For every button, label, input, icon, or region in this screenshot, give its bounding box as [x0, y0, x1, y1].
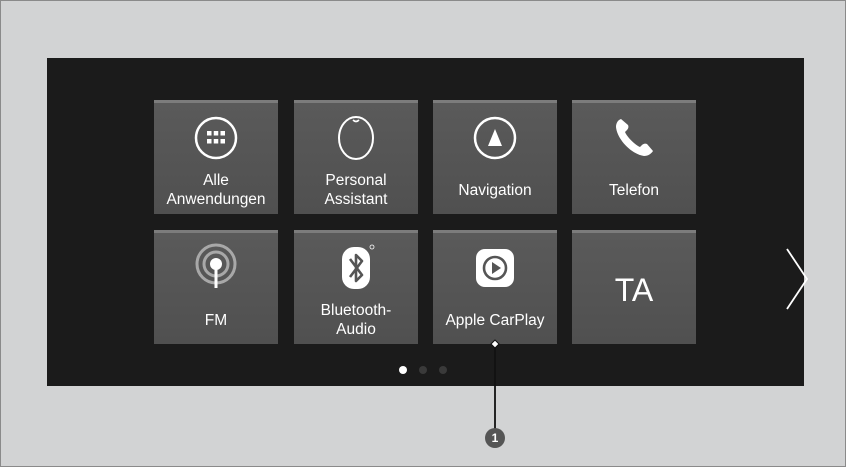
bluetooth-icon — [294, 244, 418, 291]
tile-label: Bluetooth- Audio — [294, 301, 418, 339]
tile-label: FM — [204, 312, 228, 329]
carplay-icon — [433, 245, 557, 291]
home-screen: Alle Anwendungen Personal Assistant Navi… — [47, 58, 809, 386]
phone-icon — [572, 115, 696, 161]
tile-fm[interactable]: FM — [154, 230, 278, 344]
app-grid-icon — [154, 115, 278, 161]
tile-label: TA — [614, 272, 654, 308]
tile-label-line: Assistant — [324, 191, 388, 208]
tile-label: Navigation — [458, 182, 532, 199]
callout-badge: 1 — [485, 428, 505, 448]
tile-label: Alle Anwendungen — [154, 171, 278, 209]
callout-leader-line — [490, 339, 500, 430]
navigation-icon — [433, 115, 557, 161]
tile-apple-carplay[interactable]: Apple CarPlay — [433, 230, 557, 344]
page-dot-active — [399, 366, 407, 374]
tile-label-line: Alle — [203, 172, 229, 189]
tile-phone[interactable]: Telefon — [572, 100, 696, 214]
illustration-frame: Alle Anwendungen Personal Assistant Navi… — [0, 0, 846, 467]
radio-icon — [154, 243, 278, 291]
tile-bluetooth-audio[interactable]: Bluetooth- Audio — [294, 230, 418, 344]
tile-personal-assistant[interactable]: Personal Assistant — [294, 100, 418, 214]
tile-label: Apple CarPlay — [445, 312, 545, 329]
tile-label-line: Anwendungen — [166, 191, 266, 208]
page-dot — [419, 366, 427, 374]
tile-label: Personal Assistant — [294, 171, 418, 209]
tile-all-apps[interactable]: Alle Anwendungen — [154, 100, 278, 214]
assistant-icon — [294, 115, 418, 161]
tile-ta[interactable]: TA — [572, 230, 696, 344]
tile-navigation[interactable]: Navigation — [433, 100, 557, 214]
tile-label-line: Personal — [325, 172, 387, 189]
chevron-right-icon[interactable] — [783, 245, 813, 313]
page-indicator — [399, 366, 459, 376]
page-dot — [439, 366, 447, 374]
tile-label-line: Bluetooth- — [320, 302, 392, 319]
tile-label: Telefon — [609, 182, 659, 199]
tile-label-line: Audio — [336, 321, 376, 338]
